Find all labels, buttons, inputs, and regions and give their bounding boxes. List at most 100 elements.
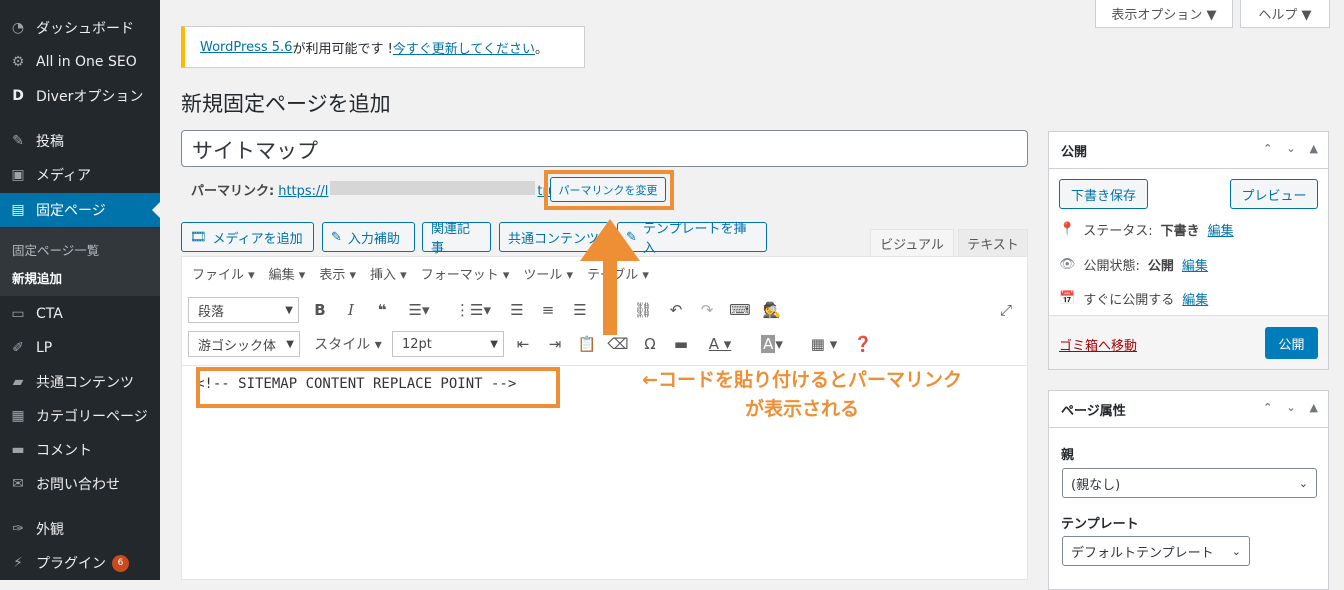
media-icon: 🎞	[190, 229, 207, 245]
sidebar-item-appearance[interactable]: ✑ 外観	[0, 512, 160, 546]
box-controls: ⌃ ⌄ ▲	[1263, 401, 1318, 414]
menu-view[interactable]: 表示 ▾	[319, 264, 356, 283]
page-attributes-header: ページ属性 ⌃ ⌄ ▲	[1049, 391, 1328, 428]
menu-file[interactable]: ファイル ▾	[192, 264, 255, 283]
lp-icon: ✐	[12, 340, 24, 356]
eye-icon: 👁	[1059, 257, 1076, 272]
indent-icon[interactable]: ⇥	[544, 332, 566, 356]
toggle-icon[interactable]: ▲	[1310, 401, 1318, 414]
edit-visibility-link[interactable]: 編集	[1182, 255, 1208, 274]
move-to-trash-link[interactable]: ゴミ箱へ移動	[1059, 335, 1137, 354]
table-icon[interactable]: ▦ ▾	[805, 332, 843, 356]
move-down-icon[interactable]: ⌄	[1286, 142, 1295, 155]
wordpress-version-link[interactable]: WordPress 5.6	[200, 40, 292, 55]
status-row: 📍 ステータス: 下書き 編集	[1059, 220, 1234, 239]
sidebar-item-contact[interactable]: ✉ お問い合わせ	[0, 467, 160, 501]
diver-icon: D	[12, 88, 24, 104]
redo-icon[interactable]: ↷	[696, 298, 718, 322]
sidebar-item-diver[interactable]: D Diverオプション	[0, 79, 160, 113]
sidebar-item-comments[interactable]: ▬ コメント	[0, 433, 160, 467]
admin-sidebar: ◔ ダッシュボード ⚙ All in One SEO D Diverオプション ✎ 投稿…	[0, 0, 160, 580]
submenu-all-pages[interactable]: 固定ページ一覧	[12, 240, 99, 259]
highlight-box-permalink	[544, 170, 674, 210]
align-center-icon[interactable]: ≡	[537, 298, 559, 322]
style-menu[interactable]: スタイル ▾	[310, 332, 386, 356]
edit-schedule-link[interactable]: 編集	[1182, 289, 1208, 308]
sidebar-item-dashboard[interactable]: ◔ ダッシュボード	[0, 11, 160, 45]
format-select[interactable]: 段落 ▼	[188, 297, 299, 323]
font-family-select[interactable]: 游ゴシック体 ▼	[188, 331, 300, 357]
tab-visual[interactable]: ビジュアル	[870, 229, 954, 257]
folder-icon: ▰	[12, 374, 24, 390]
font-size-select[interactable]: 12pt ▼	[392, 331, 504, 357]
text-color-icon[interactable]: A ▾	[700, 332, 740, 356]
omega-icon[interactable]: Ω	[639, 332, 661, 356]
preview-button[interactable]: プレビュー	[1230, 179, 1318, 209]
save-draft-button[interactable]: 下書き保存	[1059, 179, 1148, 209]
pin-icon: ✎	[12, 133, 24, 149]
screen-options-button[interactable]: 表示オプション ▼	[1095, 0, 1233, 28]
move-up-icon[interactable]: ⌃	[1263, 401, 1272, 414]
italic-icon[interactable]: I	[340, 298, 362, 322]
submenu-add-new[interactable]: 新規追加	[12, 268, 62, 287]
menu-edit[interactable]: 編集 ▾	[269, 264, 306, 283]
fullscreen-icon[interactable]: ⤢	[994, 298, 1018, 322]
update-notice: WordPress 5.6 が利用可能です ! 今すぐ更新してください 。	[181, 26, 585, 68]
eraser-icon[interactable]: ⌫	[607, 332, 629, 356]
post-title-input[interactable]: サイトマップ	[181, 130, 1028, 167]
comment-icon: ▬	[11, 442, 25, 458]
edit-status-link[interactable]: 編集	[1208, 220, 1234, 239]
sidebar-item-category-page[interactable]: ▦ カテゴリーページ	[0, 399, 160, 433]
permalink-row: パーマリンク: https://ltrue	[191, 180, 564, 199]
menu-insert[interactable]: 挿入 ▾	[370, 264, 407, 283]
bold-icon[interactable]: B	[309, 298, 331, 322]
help-button[interactable]: ヘルプ ▼	[1240, 0, 1330, 28]
add-media-button[interactable]: 🎞 メディアを追加	[181, 222, 314, 252]
help-icon[interactable]: ❓	[852, 332, 874, 356]
background-color-icon[interactable]: A ▾	[752, 332, 792, 356]
permalink-url[interactable]: https://ltrue	[278, 180, 564, 199]
outdent-icon[interactable]: ⇤	[512, 332, 534, 356]
plugin-update-badge: 6	[112, 554, 129, 572]
align-left-icon[interactable]: ☰	[506, 298, 528, 322]
parent-select[interactable]: (親なし) ⌄	[1062, 468, 1317, 498]
template-select[interactable]: デフォルトテンプレート ⌄	[1062, 536, 1250, 566]
sidebar-item-posts[interactable]: ✎ 投稿	[0, 124, 160, 158]
related-articles-button[interactable]: 関連記事	[422, 222, 491, 256]
numbered-list-icon[interactable]: ⋮☰▾	[455, 298, 491, 322]
sidebar-item-media[interactable]: ▣ メディア	[0, 158, 160, 192]
keyboard-icon[interactable]: ⌨	[729, 298, 751, 322]
menu-tools[interactable]: ツール ▾	[523, 264, 573, 283]
parent-label: 親	[1061, 448, 1075, 463]
update-now-link[interactable]: 今すぐ更新してください	[393, 38, 535, 57]
page-icon: ▤	[11, 202, 25, 218]
arrow-shaft	[603, 255, 617, 335]
pencil-icon: ✎	[331, 229, 342, 245]
incognito-icon[interactable]: 🕵	[761, 298, 783, 322]
input-assist-button[interactable]: ✎ 入力補助	[322, 222, 415, 252]
sidebar-item-cta[interactable]: ▭ CTA	[0, 297, 160, 331]
sidebar-item-aioseo[interactable]: ⚙ All in One SEO	[0, 45, 160, 79]
paste-icon[interactable]: 📋	[576, 332, 598, 356]
box-controls: ⌃ ⌄ ▲	[1263, 142, 1318, 155]
media-icon: ▣	[11, 167, 25, 183]
sidebar-item-lp[interactable]: ✐ LP	[0, 331, 160, 365]
horizontal-line-icon[interactable]: ▬	[670, 332, 692, 356]
menu-format[interactable]: フォーマット ▾	[421, 264, 510, 283]
move-up-icon[interactable]: ⌃	[1263, 142, 1272, 155]
publish-button[interactable]: 公開	[1265, 327, 1318, 359]
toggle-icon[interactable]: ▲	[1310, 142, 1318, 155]
category-icon: ▦	[11, 408, 25, 424]
pin-icon: 📍	[1059, 222, 1076, 237]
chevron-down-icon: ▼	[285, 304, 293, 316]
tab-text[interactable]: テキスト	[958, 229, 1028, 257]
bullet-list-icon[interactable]: ☰▾	[404, 298, 434, 322]
sidebar-item-pages[interactable]: ▤ 固定ページ	[0, 193, 160, 227]
sidebar-item-common-content[interactable]: ▰ 共通コンテンツ	[0, 365, 160, 399]
undo-icon[interactable]: ↶	[665, 298, 687, 322]
sidebar-item-plugins[interactable]: ⚡ プラグイン 6	[0, 546, 160, 580]
notice-text: が利用可能です !	[292, 41, 393, 57]
move-down-icon[interactable]: ⌄	[1286, 401, 1295, 414]
up-arrow-annotation	[580, 219, 640, 335]
blockquote-icon[interactable]: ❝	[371, 298, 393, 322]
